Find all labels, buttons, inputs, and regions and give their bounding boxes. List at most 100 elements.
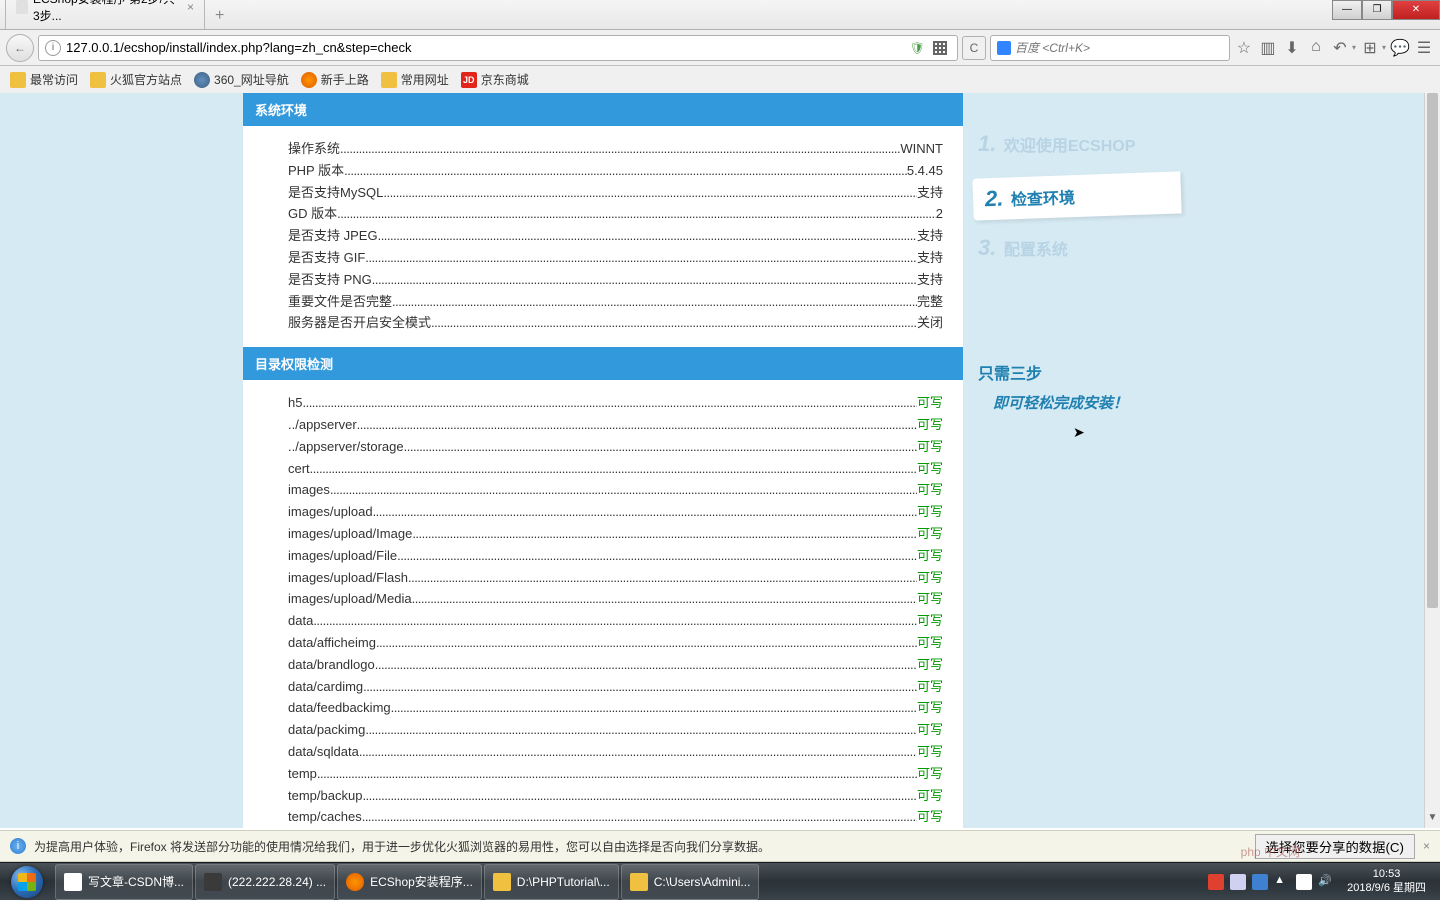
dir-path: data/afficheimg xyxy=(288,633,376,654)
bookmark-jd[interactable]: JD京东商城 xyxy=(461,71,529,88)
chat-icon[interactable]: 💬 xyxy=(1390,38,1410,58)
window-restore-button[interactable]: ❐ xyxy=(1362,0,1392,20)
task-icon xyxy=(493,873,511,891)
bookmark-common[interactable]: 常用网址 xyxy=(381,71,449,88)
download-icon[interactable]: ⬇ xyxy=(1282,38,1302,58)
bookmark-firefox[interactable]: 火狐官方站点 xyxy=(90,71,182,88)
bookmark-star-icon[interactable]: ☆ xyxy=(1234,38,1254,58)
dir-status: 可写 xyxy=(917,437,943,458)
dir-path: images/upload/Flash xyxy=(288,568,408,589)
dir-row: temp/backup.............................… xyxy=(288,786,943,807)
tray-icon[interactable] xyxy=(1208,874,1224,890)
site-info-icon[interactable]: i xyxy=(45,40,61,56)
volume-icon[interactable]: 🔊 xyxy=(1318,874,1334,890)
undo-icon[interactable]: ↶ xyxy=(1330,38,1350,58)
sync-icon[interactable]: ⊞ xyxy=(1360,38,1380,58)
taskbar-item[interactable]: C:\Users\Admini... xyxy=(621,864,760,900)
share-data-button[interactable]: 选择您要分享的数据(C) xyxy=(1255,834,1415,859)
url-box[interactable]: i 🛡 xyxy=(38,35,958,61)
shield-icon[interactable]: 🛡 xyxy=(910,41,925,55)
start-button[interactable] xyxy=(0,863,54,901)
env-row: 是否支持MySQL...............................… xyxy=(288,183,943,204)
section-header-env: 系统环境 xyxy=(243,93,963,126)
taskbar-item[interactable]: 写文章-CSDN博... xyxy=(55,864,193,900)
jd-icon: JD xyxy=(461,72,477,88)
dropdown-icon[interactable]: ▾ xyxy=(1352,43,1356,52)
promo-text: 只需三步 即可轻松完成安装！ xyxy=(978,361,1181,417)
env-row: 服务器是否开启安全模式.............................… xyxy=(288,313,943,334)
dir-path: cert xyxy=(288,459,310,480)
task-icon xyxy=(204,873,222,891)
mouse-cursor-icon: ➤ xyxy=(1073,424,1085,441)
dir-row: cert....................................… xyxy=(288,459,943,480)
back-button[interactable]: ← xyxy=(6,34,34,62)
env-row: 操作系统....................................… xyxy=(288,139,943,160)
dir-row: ../appserver............................… xyxy=(288,415,943,436)
system-tray[interactable]: ▲ 🔊 10:53 2018/9/6 星期四 xyxy=(1205,868,1440,894)
dir-status: 可写 xyxy=(917,742,943,763)
env-value: 支持 xyxy=(917,226,943,247)
qr-icon[interactable] xyxy=(933,41,947,55)
taskbar-item[interactable]: ECShop安装程序... xyxy=(337,864,482,900)
globe-icon xyxy=(194,72,210,88)
env-label: 是否支持 JPEG xyxy=(288,226,378,247)
tray-icon[interactable] xyxy=(1252,874,1268,890)
bookmark-frequent[interactable]: 最常访问 xyxy=(10,71,78,88)
dir-status: 可写 xyxy=(917,459,943,480)
steps-sidebar: 1. 欢迎使用ECSHOP 2. 检查环境 3. 配置系统 只需三步 即可轻松完… xyxy=(963,93,1181,828)
window-minimize-button[interactable]: — xyxy=(1332,0,1362,20)
env-value: 5.4.45 xyxy=(907,161,943,182)
dir-row: data/afficheimg.........................… xyxy=(288,633,943,654)
dir-row: temp/caches.............................… xyxy=(288,807,943,828)
dir-path: data xyxy=(288,611,313,632)
env-label: 是否支持MySQL xyxy=(288,183,383,204)
search-input[interactable] xyxy=(1015,41,1223,55)
tray-icon[interactable] xyxy=(1230,874,1246,890)
scroll-thumb[interactable] xyxy=(1427,93,1438,608)
search-box[interactable] xyxy=(990,35,1230,61)
taskbar-item[interactable]: (222.222.28.24) ... xyxy=(195,864,335,900)
new-tab-button[interactable]: + xyxy=(207,3,232,29)
vertical-scrollbar[interactable]: ▲ ▼ xyxy=(1424,93,1440,828)
env-value: 支持 xyxy=(917,183,943,204)
taskbar-clock[interactable]: 10:53 2018/9/6 星期四 xyxy=(1337,868,1436,894)
env-row: PHP 版本..................................… xyxy=(288,161,943,182)
tray-up-icon[interactable]: ▲ xyxy=(1274,874,1290,890)
folder-icon xyxy=(381,72,397,88)
dir-path: images xyxy=(288,480,330,501)
taskbar-item[interactable]: D:\PHPTutorial\... xyxy=(484,864,619,900)
task-icon xyxy=(64,873,82,891)
env-label: 是否支持 PNG xyxy=(288,270,372,291)
tab-close-button[interactable]: × xyxy=(187,0,194,14)
env-list: 操作系统....................................… xyxy=(243,126,963,347)
dir-row: images/upload...........................… xyxy=(288,502,943,523)
tray-icon[interactable] xyxy=(1296,874,1312,890)
dir-path: images/upload xyxy=(288,502,373,523)
windows-icon xyxy=(11,866,43,898)
dir-path: ../appserver xyxy=(288,415,357,436)
dir-status: 可写 xyxy=(917,502,943,523)
bookmark-beginner[interactable]: 新手上路 xyxy=(301,71,369,88)
url-input[interactable] xyxy=(66,40,906,55)
env-label: PHP 版本 xyxy=(288,161,344,182)
browser-tab[interactable]: ECShop安装程序 第2步/共3步... × xyxy=(5,0,205,29)
baidu-icon xyxy=(997,41,1011,55)
dir-status: 可写 xyxy=(917,786,943,807)
page-viewport: 系统环境 操作系统...............................… xyxy=(0,93,1424,828)
home-icon[interactable]: ⌂ xyxy=(1306,38,1326,58)
bookmark-360[interactable]: 360_网址导航 xyxy=(194,71,289,88)
dir-status: 可写 xyxy=(917,415,943,436)
dropdown-icon[interactable]: ▾ xyxy=(1382,43,1386,52)
menu-icon[interactable]: ☰ xyxy=(1414,38,1434,58)
dir-status: 可写 xyxy=(917,698,943,719)
scroll-down-icon[interactable]: ▼ xyxy=(1425,812,1440,828)
close-notification-button[interactable]: × xyxy=(1423,839,1430,853)
dir-path: ../appserver/storage xyxy=(288,437,404,458)
library-icon[interactable]: ▥ xyxy=(1258,38,1278,58)
dir-path: temp xyxy=(288,764,317,785)
dir-path: temp/backup xyxy=(288,786,362,807)
dir-row: images/upload/File......................… xyxy=(288,546,943,567)
window-close-button[interactable]: ✕ xyxy=(1392,0,1440,20)
dir-row: data/cardimg............................… xyxy=(288,677,943,698)
refresh-button[interactable]: C xyxy=(962,36,986,60)
